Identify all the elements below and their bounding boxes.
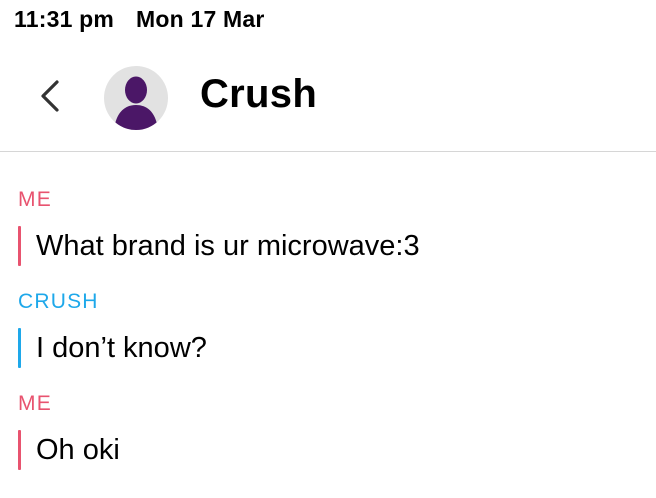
- message-group: ME What brand is ur microwave:3: [18, 186, 420, 266]
- sender-label: CRUSH: [18, 290, 99, 313]
- message-text: Oh oki: [36, 434, 120, 466]
- message-text: What brand is ur microwave:3: [36, 230, 420, 262]
- message-color-bar: [18, 430, 21, 470]
- status-bar: 11:31 pm Mon 17 Mar: [0, 0, 656, 40]
- person-silhouette-icon: [104, 66, 168, 130]
- avatar[interactable]: [104, 66, 168, 130]
- message-item[interactable]: I don’t know?: [18, 328, 207, 368]
- message-color-bar: [18, 226, 21, 266]
- chat-title[interactable]: Crush: [200, 72, 317, 117]
- status-time: 11:31 pm: [14, 6, 115, 32]
- status-date: Mon 17 Mar: [136, 6, 265, 32]
- message-group: ME Oh oki: [18, 390, 120, 470]
- chevron-left-icon: [30, 70, 70, 122]
- message-text: I don’t know?: [36, 332, 207, 364]
- sender-label: ME: [18, 392, 52, 415]
- message-group: CRUSH I don’t know?: [18, 288, 207, 368]
- sender-label: ME: [18, 188, 52, 211]
- message-item[interactable]: Oh oki: [18, 430, 120, 470]
- back-button[interactable]: [30, 70, 70, 122]
- chat-header: Crush: [0, 40, 656, 152]
- message-color-bar: [18, 328, 21, 368]
- message-item[interactable]: What brand is ur microwave:3: [18, 226, 420, 266]
